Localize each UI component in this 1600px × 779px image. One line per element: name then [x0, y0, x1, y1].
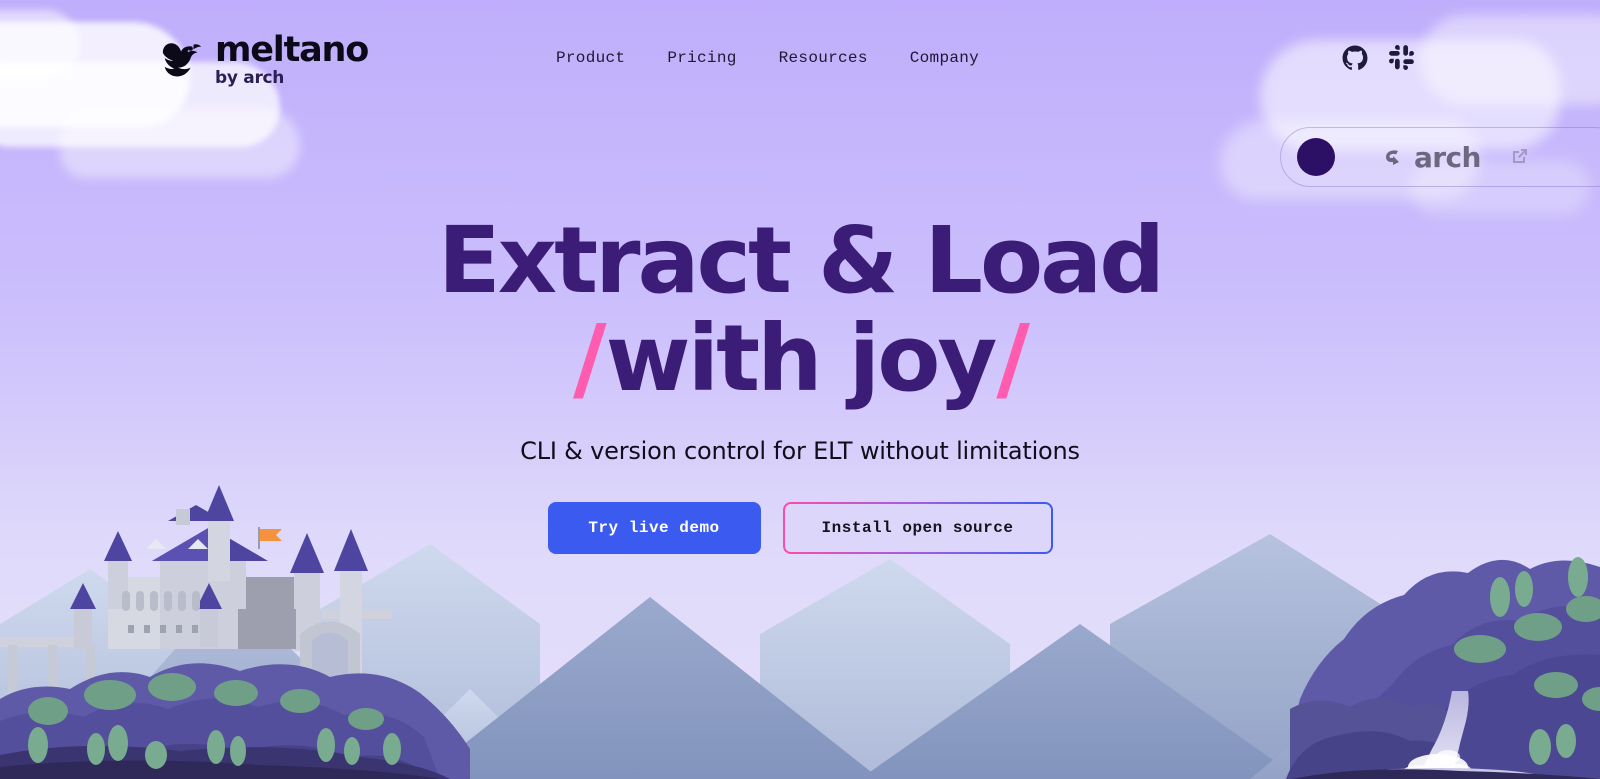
- logo-subtitle: by arch: [215, 68, 285, 88]
- slash-left-decoration: /: [573, 305, 607, 412]
- arch-mark-icon: [1386, 150, 1399, 165]
- logo-wordmark: meltano: [215, 30, 369, 70]
- hero-heading-line1: Extract & Load: [437, 207, 1165, 314]
- meltano-dragon-icon: [162, 43, 202, 77]
- site-header: meltano by arch Product Pricing Resource…: [0, 0, 1600, 120]
- arch-promo-widget[interactable]: arch: [1280, 127, 1600, 187]
- arch-logo: arch: [1380, 141, 1481, 174]
- meltano-logo[interactable]: meltano by arch: [159, 30, 369, 88]
- nav-item-product[interactable]: Product: [556, 49, 625, 67]
- arch-avatar-circle: [1297, 138, 1335, 176]
- hero-subtitle: CLI & version control for ELT without li…: [520, 437, 1080, 465]
- external-link-icon[interactable]: [1509, 147, 1529, 167]
- nav-item-resources[interactable]: Resources: [779, 49, 868, 67]
- slash-right-decoration: /: [996, 305, 1030, 412]
- hero-heading-line2-row: / with joy /: [573, 305, 1030, 412]
- install-open-source-label: Install open source: [784, 504, 1051, 552]
- main-navigation: Product Pricing Resources Company: [556, 49, 979, 67]
- github-icon[interactable]: [1342, 45, 1368, 71]
- slack-icon[interactable]: [1388, 44, 1415, 71]
- nav-item-pricing[interactable]: Pricing: [667, 49, 736, 67]
- try-live-demo-button[interactable]: Try live demo: [547, 502, 761, 554]
- hero-cta-row: Try live demo Install open source: [547, 502, 1053, 554]
- social-links: [1342, 44, 1415, 71]
- hero-heading-line2: with joy: [605, 305, 998, 412]
- nav-item-company[interactable]: Company: [910, 49, 979, 67]
- arch-label: arch: [1414, 140, 1481, 174]
- install-open-source-button[interactable]: Install open source: [782, 502, 1053, 554]
